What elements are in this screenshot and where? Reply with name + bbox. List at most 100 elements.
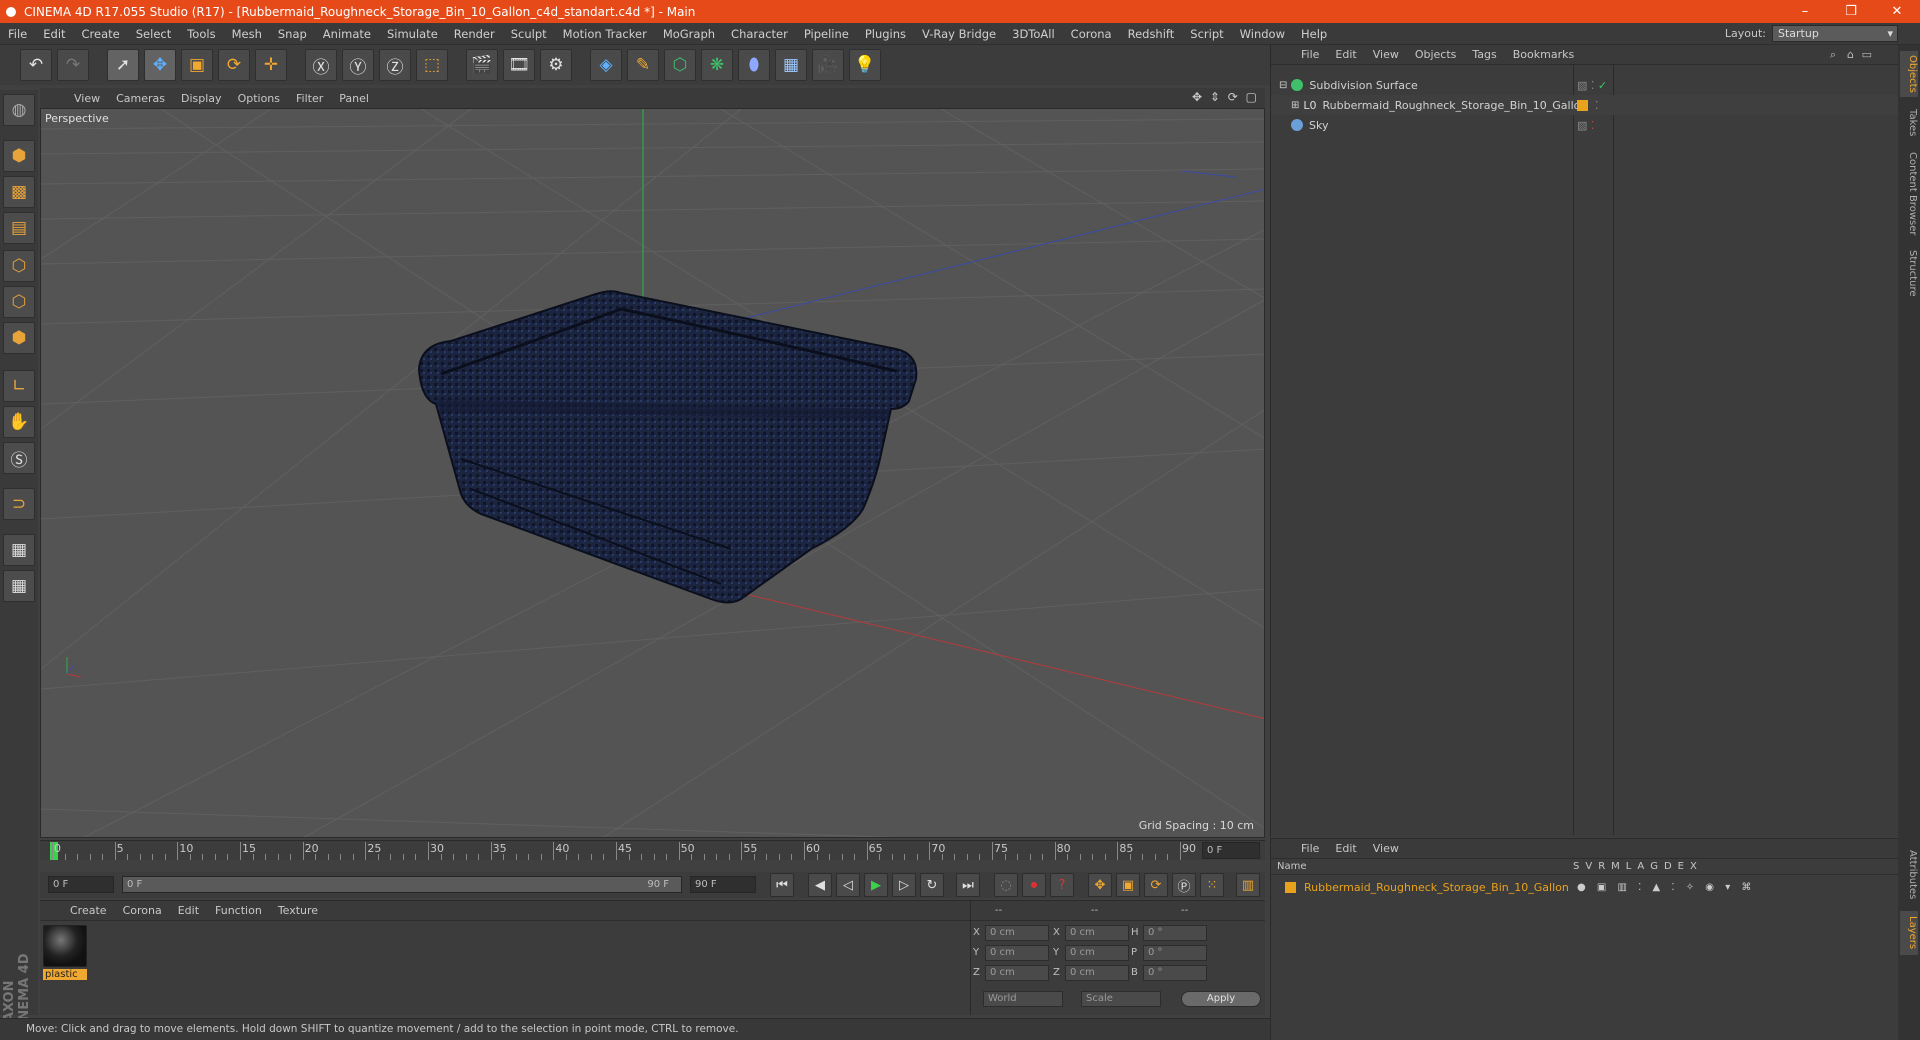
key-parameter-button[interactable]: Ⓟ — [1172, 873, 1196, 897]
viewport-menu-filter[interactable]: Filter — [288, 92, 331, 105]
menu-simulate[interactable]: Simulate — [379, 27, 446, 41]
menu-script[interactable]: Script — [1182, 27, 1231, 41]
current-frame-field[interactable]: 0 F — [1202, 842, 1260, 859]
viewport-menu-display[interactable]: Display — [173, 92, 230, 105]
axis-mode-button[interactable]: ∟ — [3, 370, 35, 402]
material-tag-icon[interactable] — [1577, 99, 1588, 111]
material-menu-function[interactable]: Function — [207, 904, 270, 917]
tab-layers[interactable]: Layers — [1900, 911, 1918, 955]
object-menu-edit[interactable]: Edit — [1327, 48, 1364, 61]
live-selection-button[interactable]: ✛ — [255, 49, 287, 81]
tab-attributes[interactable]: Attributes — [1900, 845, 1918, 905]
scale-tool-button[interactable]: ▣ — [181, 49, 213, 81]
key-rotation-button[interactable]: ⟳ — [1144, 873, 1168, 897]
menu-corona[interactable]: Corona — [1063, 27, 1120, 41]
menu-v-ray-bridge[interactable]: V-Ray Bridge — [914, 27, 1004, 41]
tab-objects[interactable]: Objects — [1900, 51, 1918, 97]
undo-button[interactable]: ↶ — [20, 49, 52, 81]
layout-select[interactable]: Startup — [1772, 25, 1898, 42]
expand-toggle-icon[interactable]: ⊟ — [1279, 80, 1287, 91]
menu-render[interactable]: Render — [446, 27, 503, 41]
move-tool-button[interactable]: ✥ — [144, 49, 176, 81]
apply-button[interactable]: Apply — [1181, 991, 1261, 1007]
menu-3dtoall[interactable]: 3DToAll — [1004, 27, 1063, 41]
viewport-menu-panel[interactable]: Panel — [331, 92, 377, 105]
menu-file[interactable]: File — [0, 27, 35, 41]
material-menu-corona[interactable]: Corona — [115, 904, 170, 917]
home-icon[interactable]: ⌂ — [1847, 48, 1854, 61]
visibility-dots[interactable]: ▧ ⁚ — [1577, 119, 1594, 132]
timeline-window-button[interactable]: ▥ — [1236, 873, 1260, 897]
object-menu-view[interactable]: View — [1365, 48, 1407, 61]
layer-flag-icons[interactable]: ● ▣ ▥ ⁚ ▲ ⁚ ✧ ◉ ▾ ⌘ — [1577, 882, 1755, 893]
coord-field[interactable]: 0 cm — [985, 925, 1049, 941]
menu-select[interactable]: Select — [128, 27, 179, 41]
pen-spline-button[interactable]: ✎ — [627, 49, 659, 81]
object-row-sky[interactable]: Sky ▧ ⁚ — [1271, 115, 1901, 135]
object-name[interactable]: Rubbermaid_Roughneck_Storage_Bin_10_Gall… — [1323, 99, 1588, 112]
close-button[interactable]: ✕ — [1874, 0, 1920, 23]
render-view-button[interactable]: 🎬 — [466, 49, 498, 81]
coord-field[interactable]: 0 ° — [1143, 945, 1207, 961]
perspective-viewport[interactable]: Perspective Grid Spacing : 10 cm — [40, 108, 1265, 838]
object-menu-tags[interactable]: Tags — [1464, 48, 1504, 61]
coord-field[interactable]: 0 cm — [1065, 965, 1129, 981]
light-button[interactable]: 💡 — [849, 49, 881, 81]
rotate-tool-button[interactable]: ⟳ — [218, 49, 250, 81]
layer-name[interactable]: Rubbermaid_Roughneck_Storage_Bin_10_Gall… — [1304, 881, 1569, 894]
locked-workplane-button[interactable]: ▦ — [3, 534, 35, 566]
minimize-button[interactable]: – — [1782, 0, 1828, 23]
cube-object-button[interactable]: ◈ — [590, 49, 622, 81]
object-menu-file[interactable]: File — [1293, 48, 1327, 61]
menu-character[interactable]: Character — [723, 27, 796, 41]
viewport-menu-cameras[interactable]: Cameras — [108, 92, 173, 105]
planar-workplane-button[interactable]: ▦ — [3, 570, 35, 602]
menu-animate[interactable]: Animate — [315, 27, 379, 41]
material-name[interactable]: plastic — [43, 969, 87, 980]
edit-render-settings-button[interactable]: ⚙ — [540, 49, 572, 81]
key-pla-button[interactable]: ⁙ — [1200, 873, 1224, 897]
object-row-subdivision-surface[interactable]: ⊟ Subdivision Surface ▧ ⁚ ✓ — [1271, 75, 1901, 95]
object-name[interactable]: Subdivision Surface — [1309, 79, 1417, 92]
coord-field[interactable]: 0 ° — [1143, 925, 1207, 941]
workplane-mode-button[interactable]: ▤ — [3, 212, 35, 244]
subdivision-surface-button[interactable]: ⬡ — [664, 49, 696, 81]
layer-row[interactable]: Rubbermaid_Roughneck_Storage_Bin_10_Gall… — [1271, 877, 1901, 897]
menu-help[interactable]: Help — [1293, 27, 1335, 41]
material-menu-edit[interactable]: Edit — [170, 904, 207, 917]
material-menu-create[interactable]: Create — [62, 904, 115, 917]
key-scale-button[interactable]: ▣ — [1116, 873, 1140, 897]
camera-button[interactable]: 🎥 — [812, 49, 844, 81]
deformer-button[interactable]: ⬮ — [738, 49, 770, 81]
select-tool-button[interactable]: ➚ — [107, 49, 139, 81]
coord-field[interactable]: 0 cm — [985, 965, 1049, 981]
menu-mesh[interactable]: Mesh — [224, 27, 270, 41]
timeline-ruler[interactable]: 0 F 0 5 10 15 20 25 30 35 40 45 50 55 60 65 70 75 80 85 90 — [40, 840, 1265, 860]
storage-bin-model[interactable] — [417, 290, 918, 604]
make-editable-button[interactable]: ◍ — [3, 94, 35, 126]
material-menu-texture[interactable]: Texture — [270, 904, 326, 917]
menu-tools[interactable]: Tools — [179, 27, 223, 41]
tab-takes[interactable]: Takes — [1900, 103, 1918, 143]
next-key-button[interactable]: ↻ — [920, 873, 944, 897]
coord-field[interactable]: 0 cm — [1065, 945, 1129, 961]
next-frame-button[interactable]: ▷ — [892, 873, 916, 897]
go-to-start-button[interactable]: ⏮ — [770, 873, 794, 897]
array-cloner-button[interactable]: ❋ — [701, 49, 733, 81]
redo-button[interactable]: ↷ — [57, 49, 89, 81]
menu-sculpt[interactable]: Sculpt — [503, 27, 555, 41]
menu-motion-tracker[interactable]: Motion Tracker — [555, 27, 655, 41]
material-swatch[interactable]: plastic — [43, 925, 87, 985]
frame-range-slider[interactable]: 0 F 90 F — [122, 876, 682, 893]
menu-plugins[interactable]: Plugins — [857, 27, 914, 41]
tweak-mode-button[interactable]: ✋ — [3, 406, 35, 438]
coord-field[interactable]: 0 cm — [985, 945, 1049, 961]
render-picture-viewer-button[interactable]: 🎞 — [503, 49, 535, 81]
x-axis-lock-button[interactable]: Ⓧ — [305, 49, 337, 81]
menu-mograph[interactable]: MoGraph — [655, 27, 723, 41]
go-to-end-button[interactable]: ⏭ — [956, 873, 980, 897]
new-window-icon[interactable]: ▭ — [1862, 48, 1872, 61]
menu-redshift[interactable]: Redshift — [1120, 27, 1183, 41]
autokey-button[interactable]: ⏺ — [1022, 873, 1046, 897]
floor-scene-button[interactable]: ▦ — [775, 49, 807, 81]
